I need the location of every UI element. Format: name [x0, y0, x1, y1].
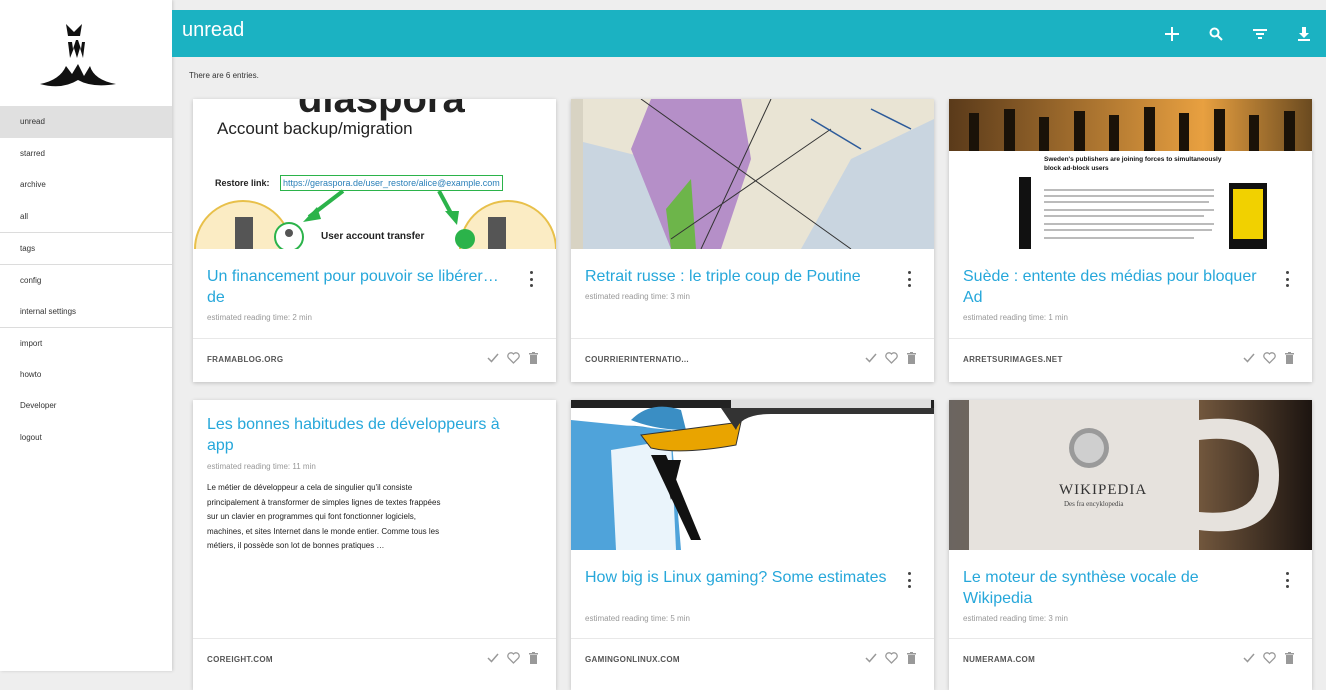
more-options-icon[interactable] [906, 271, 912, 287]
entry-card[interactable]: Les bonnes habitudes de développeurs à a… [193, 400, 556, 690]
card-footer: COURRIERINTERNATIO... [571, 338, 934, 382]
mark-read-icon[interactable] [486, 651, 500, 665]
favorite-icon[interactable] [884, 351, 898, 365]
add-icon[interactable] [1160, 22, 1184, 46]
entry-card[interactable]: Retrait russe : le triple coup de Poutin… [571, 99, 934, 382]
card-actions [864, 351, 918, 365]
top-bar-actions [1160, 22, 1316, 46]
mug-subtext: Des fra encyklopedia [1064, 500, 1124, 508]
mark-read-icon[interactable] [1242, 351, 1256, 365]
sidebar-item-config[interactable]: config [0, 263, 172, 296]
entry-domain[interactable]: COURRIERINTERNATIO... [585, 355, 689, 364]
card-footer: GAMINGONLINUX.COM [571, 638, 934, 690]
top-bar: unread [172, 10, 1326, 57]
reading-time: estimated reading time: 2 min [207, 313, 312, 322]
page-title: unread [182, 19, 245, 41]
more-options-icon[interactable] [906, 572, 912, 588]
sidebar-item-tags[interactable]: tags [0, 232, 172, 264]
favorite-icon[interactable] [506, 351, 520, 365]
entries-count: There are 6 entries. [189, 71, 259, 80]
delete-icon[interactable] [1282, 351, 1296, 365]
delete-icon[interactable] [526, 651, 540, 665]
entry-excerpt: Le métier de développeur a cela de singu… [207, 483, 441, 550]
mark-read-icon[interactable] [864, 651, 878, 665]
mark-read-icon[interactable] [486, 351, 500, 365]
tux-graphic [571, 400, 934, 550]
card-footer: FRAMABLOG.ORG [193, 338, 556, 382]
sidebar: unread starred archive all tags config i… [0, 0, 172, 671]
sidebar-item-import[interactable]: import [0, 327, 172, 359]
entry-thumbnail[interactable]: diaspora Account backup/migration Restor… [193, 99, 556, 249]
filter-icon[interactable] [1248, 22, 1272, 46]
entry-thumbnail[interactable] [571, 400, 934, 550]
entry-domain[interactable]: NUMERAMA.COM [963, 655, 1035, 664]
entry-thumbnail[interactable]: Sweden's publishers are joining forces t… [949, 99, 1312, 249]
mug-text: WIKIPEDIA [1059, 482, 1148, 498]
more-options-icon[interactable] [1284, 271, 1290, 287]
thumbnail-graphic [194, 189, 556, 249]
entry-domain[interactable]: FRAMABLOG.ORG [207, 355, 283, 364]
card-footer: COREIGHT.COM [193, 638, 556, 690]
delete-icon[interactable] [526, 351, 540, 365]
map-graphic [571, 99, 934, 249]
thumbnail-headline: Sweden's publishers are joining forces t… [1044, 156, 1222, 172]
card-actions [486, 651, 540, 665]
silhouettes-graphic [949, 99, 1312, 249]
entry-thumbnail[interactable]: WIKIPEDIA Des fra encyklopedia [949, 400, 1312, 550]
sidebar-item-developer[interactable]: Developer [0, 390, 172, 422]
delete-icon[interactable] [1282, 651, 1296, 665]
sidebar-nav: unread starred archive all tags config i… [0, 106, 172, 454]
entry-card[interactable]: WIKIPEDIA Des fra encyklopedia Le moteur… [949, 400, 1312, 690]
card-actions [1242, 651, 1296, 665]
favorite-icon[interactable] [1262, 651, 1276, 665]
search-icon[interactable] [1204, 22, 1228, 46]
sidebar-item-unread[interactable]: unread [0, 106, 172, 138]
entry-domain[interactable]: GAMINGONLINUX.COM [585, 655, 680, 664]
card-actions [486, 351, 540, 365]
entry-thumbnail[interactable] [571, 99, 934, 249]
favorite-icon[interactable] [1262, 351, 1276, 365]
delete-icon[interactable] [904, 651, 918, 665]
entry-title[interactable]: Les bonnes habitudes de développeurs à a… [207, 414, 516, 456]
favorite-icon[interactable] [506, 651, 520, 665]
entry-title[interactable]: Retrait russe : le triple coup de Poutin… [585, 266, 894, 287]
entry-card[interactable]: How big is Linux gaming? Some estimates … [571, 400, 934, 690]
reading-time: estimated reading time: 11 min [207, 462, 316, 471]
more-options-icon[interactable] [528, 271, 534, 287]
sidebar-item-howto[interactable]: howto [0, 359, 172, 391]
card-actions [864, 651, 918, 665]
entry-title[interactable]: Le moteur de synthèse vocale de Wikipedi… [963, 567, 1272, 609]
card-actions [1242, 351, 1296, 365]
mark-read-icon[interactable] [864, 351, 878, 365]
download-icon[interactable] [1292, 22, 1316, 46]
sidebar-item-starred[interactable]: starred [0, 138, 172, 170]
entry-card[interactable]: Sweden's publishers are joining forces t… [949, 99, 1312, 382]
card-footer: ARRETSURIMAGES.NET [949, 338, 1312, 382]
reading-time: estimated reading time: 3 min [963, 614, 1068, 623]
reading-time: estimated reading time: 3 min [585, 292, 690, 301]
more-options-icon[interactable] [1284, 572, 1290, 588]
sidebar-item-archive[interactable]: archive [0, 169, 172, 201]
sidebar-item-all[interactable]: all [0, 201, 172, 233]
mark-read-icon[interactable] [1242, 651, 1256, 665]
entry-title[interactable]: How big is Linux gaming? Some estimates [585, 567, 894, 588]
thumbnail-transfer-label: User account transfer [321, 231, 425, 242]
reading-time: estimated reading time: 1 min [963, 313, 1068, 322]
card-footer: NUMERAMA.COM [949, 638, 1312, 690]
entry-title[interactable]: Un financement pour pouvoir se libérer… … [207, 266, 516, 308]
mug-graphic [949, 400, 1312, 550]
entry-title[interactable]: Suède : entente des médias pour bloquer … [963, 266, 1272, 308]
delete-icon[interactable] [904, 351, 918, 365]
favorite-icon[interactable] [884, 651, 898, 665]
reading-time: estimated reading time: 5 min [585, 614, 690, 623]
wallabag-logo[interactable] [32, 18, 122, 96]
sidebar-item-logout[interactable]: logout [0, 422, 172, 454]
entry-domain[interactable]: COREIGHT.COM [207, 655, 273, 664]
entry-domain[interactable]: ARRETSURIMAGES.NET [963, 355, 1063, 364]
sidebar-item-internal-settings[interactable]: internal settings [0, 296, 172, 328]
entry-card[interactable]: diaspora Account backup/migration Restor… [193, 99, 556, 382]
